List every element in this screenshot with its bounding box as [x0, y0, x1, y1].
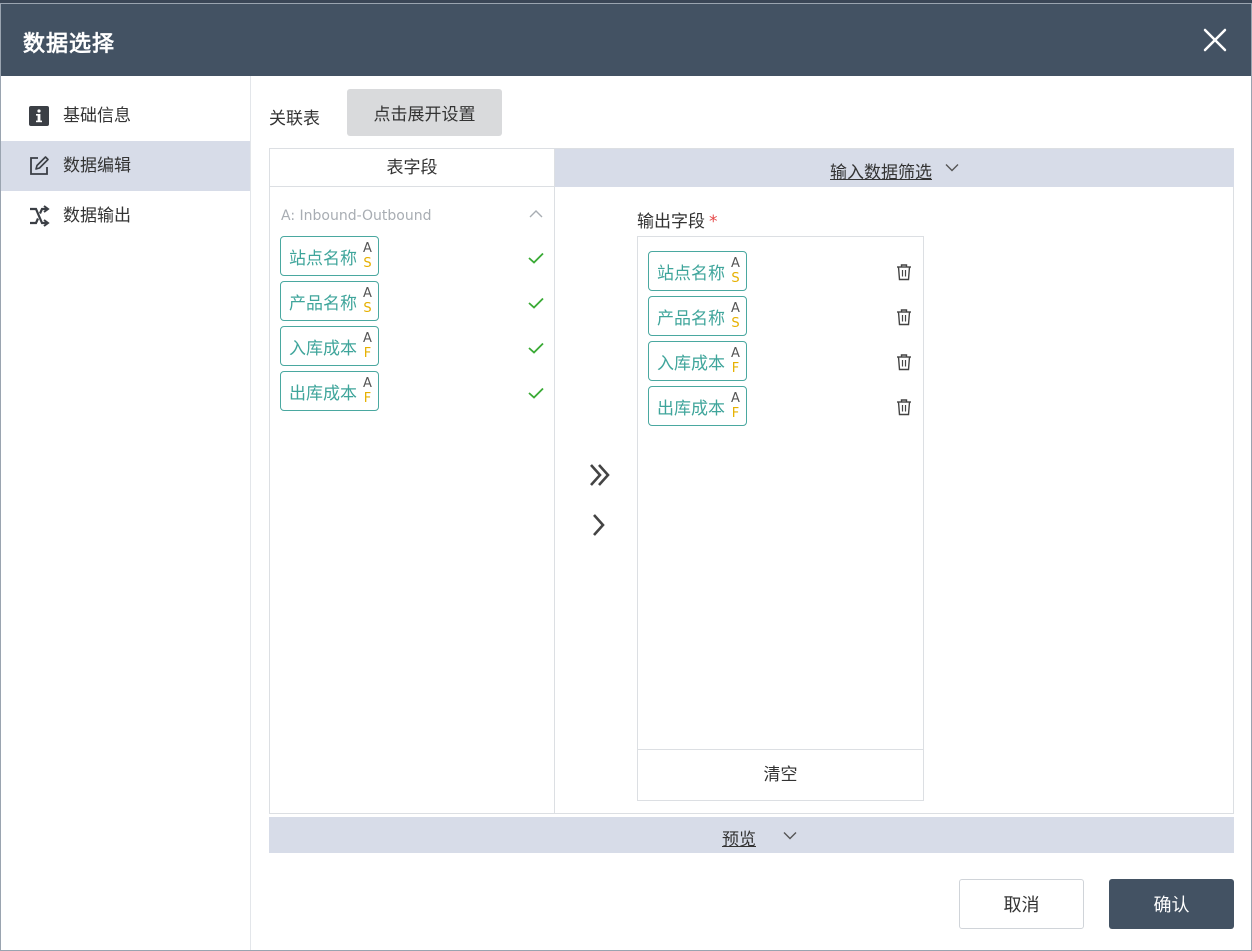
output-fields-box: 站点名称 A S 产品名称 A S 入库成本 A F 出库成本 A F 清空	[637, 236, 924, 801]
relation-table-label: 关联表	[269, 109, 320, 129]
field-type-badge: A S	[363, 241, 372, 271]
sidebar-item-label: 数据输出	[63, 206, 131, 226]
output-field-chip[interactable]: 产品名称 A S	[648, 296, 747, 336]
sidebar: 基础信息 数据编辑 数据输出	[1, 76, 251, 950]
input-filter-toggle[interactable]: 输入数据筛选	[830, 158, 932, 183]
field-type: S	[363, 301, 372, 316]
table-group-title: A: Inbound-Outbound	[281, 208, 432, 224]
sidebar-item-basic-info[interactable]: 基础信息	[1, 91, 250, 141]
source-field-chip[interactable]: 产品名称 A S	[280, 281, 379, 321]
field-name: 入库成本	[289, 338, 357, 359]
table-alias: A	[731, 301, 740, 316]
output-field-chip[interactable]: 站点名称 A S	[648, 251, 747, 291]
source-field-chip[interactable]: 出库成本 A F	[280, 371, 379, 411]
chevron-down-icon[interactable]	[783, 831, 797, 840]
field-type-badge: A S	[731, 301, 740, 331]
table-alias: A	[731, 391, 740, 406]
source-field-chip[interactable]: 站点名称 A S	[280, 236, 379, 276]
main-content: 关联表 点击展开设置 表字段 A: Inbound-Outbound 站点名称 …	[251, 76, 1251, 950]
trash-icon[interactable]	[895, 353, 913, 371]
edit-icon	[30, 156, 49, 175]
field-name: 站点名称	[657, 263, 725, 284]
trash-icon[interactable]	[895, 398, 913, 416]
output-field-chip[interactable]: 出库成本 A F	[648, 386, 747, 426]
trash-icon[interactable]	[895, 263, 913, 281]
trash-icon[interactable]	[895, 308, 913, 326]
field-type-badge: A F	[731, 346, 740, 376]
field-name: 产品名称	[289, 293, 357, 314]
field-type: S	[731, 316, 740, 331]
chevron-up-icon[interactable]	[529, 209, 543, 219]
field-name: 出库成本	[289, 383, 357, 404]
output-field-chip[interactable]: 入库成本 A F	[648, 341, 747, 381]
table-alias: A	[363, 241, 372, 256]
sidebar-item-data-output[interactable]: 数据输出	[1, 191, 250, 241]
output-fields-label: 输出字段 *	[637, 207, 718, 232]
info-icon	[29, 106, 49, 126]
table-alias: A	[363, 286, 372, 301]
sidebar-item-label: 基础信息	[63, 106, 131, 126]
field-type: F	[363, 346, 372, 361]
output-fields-label-text: 输出字段	[637, 212, 705, 232]
clear-output-button[interactable]: 清空	[638, 749, 923, 800]
table-fields-header: 表字段	[270, 149, 554, 187]
move-right-icon[interactable]	[592, 513, 606, 537]
field-type: S	[363, 256, 372, 271]
shuffle-icon	[30, 205, 50, 227]
table-alias: A	[363, 331, 372, 346]
field-type-badge: A S	[363, 286, 372, 316]
field-type: F	[731, 361, 740, 376]
check-icon	[528, 387, 544, 399]
data-selection-dialog: 数据选择 基础信息 数据编辑 数据输出 关联表 点击展开设置 表字段 A: In…	[0, 3, 1252, 951]
field-type: S	[731, 271, 740, 286]
dialog-title: 数据选择	[23, 32, 116, 57]
field-type: F	[731, 406, 740, 421]
dialog-header: 数据选择	[1, 4, 1251, 76]
field-name: 站点名称	[289, 248, 357, 269]
required-mark: *	[709, 212, 718, 232]
field-name: 入库成本	[657, 353, 725, 374]
close-icon[interactable]	[1201, 26, 1229, 54]
table-alias: A	[731, 256, 740, 271]
check-icon	[528, 342, 544, 354]
table-fields-panel: 表字段 A: Inbound-Outbound 站点名称 A S 产品名称 A …	[270, 149, 555, 813]
table-alias: A	[731, 346, 740, 361]
move-all-right-icon[interactable]	[588, 462, 612, 488]
source-field-chip[interactable]: 入库成本 A F	[280, 326, 379, 366]
preview-toggle[interactable]: 预览	[722, 825, 756, 850]
cancel-button[interactable]: 取消	[959, 879, 1084, 929]
table-alias: A	[363, 376, 372, 391]
confirm-button[interactable]: 确认	[1109, 879, 1234, 929]
check-icon	[528, 252, 544, 264]
field-type-badge: A F	[363, 376, 372, 406]
sidebar-item-label: 数据编辑	[63, 156, 131, 176]
input-filter-bar[interactable]: 输入数据筛选	[555, 149, 1234, 187]
preview-bar[interactable]: 预览	[269, 817, 1234, 853]
chevron-down-icon[interactable]	[945, 163, 959, 172]
field-type: F	[363, 391, 372, 406]
field-type-badge: A F	[731, 391, 740, 421]
check-icon	[528, 297, 544, 309]
field-name: 产品名称	[657, 308, 725, 329]
field-name: 出库成本	[657, 398, 725, 419]
sidebar-item-data-edit[interactable]: 数据编辑	[1, 141, 250, 191]
field-workarea: 表字段 A: Inbound-Outbound 站点名称 A S 产品名称 A …	[269, 148, 1234, 814]
field-type-badge: A F	[363, 331, 372, 361]
expand-settings-button[interactable]: 点击展开设置	[347, 89, 502, 136]
field-type-badge: A S	[731, 256, 740, 286]
